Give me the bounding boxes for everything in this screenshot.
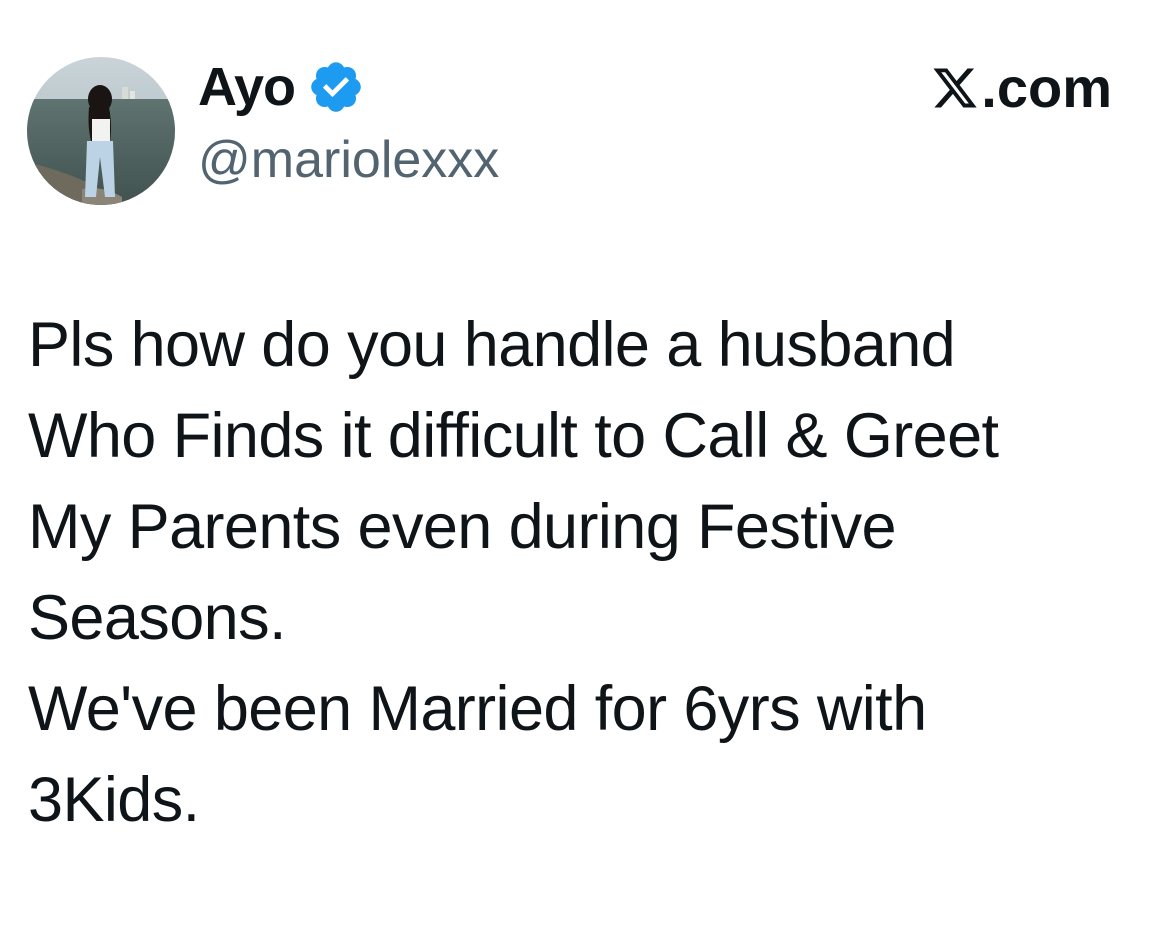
tweet-line: Pls how do you handle a husband	[28, 310, 956, 380]
brand-text: .com	[981, 56, 1112, 119]
verified-badge-icon	[311, 62, 361, 112]
avatar[interactable]	[27, 57, 175, 205]
author-handle[interactable]: @mariolexxx	[198, 130, 499, 190]
tweet-line: Seasons.	[28, 583, 286, 653]
tweet-card: Ayo @mariolexxx .com Pls how do you hand…	[0, 0, 1170, 948]
brand-watermark: .com	[931, 55, 1112, 120]
tweet-line: 3Kids.	[28, 765, 200, 835]
tweet-text: Pls how do you handle a husband Who Find…	[28, 300, 1138, 846]
tweet-line: My Parents even during Festive	[28, 492, 897, 562]
avatar-photo	[27, 57, 175, 205]
x-logo-icon	[933, 68, 977, 107]
tweet-line: We've been Married for 6yrs with	[28, 674, 927, 744]
author-name-row: Ayo	[198, 52, 365, 122]
tweet-line: Who Finds it difficult to Call & Greet	[28, 401, 999, 471]
display-name[interactable]: Ayo	[198, 56, 296, 118]
